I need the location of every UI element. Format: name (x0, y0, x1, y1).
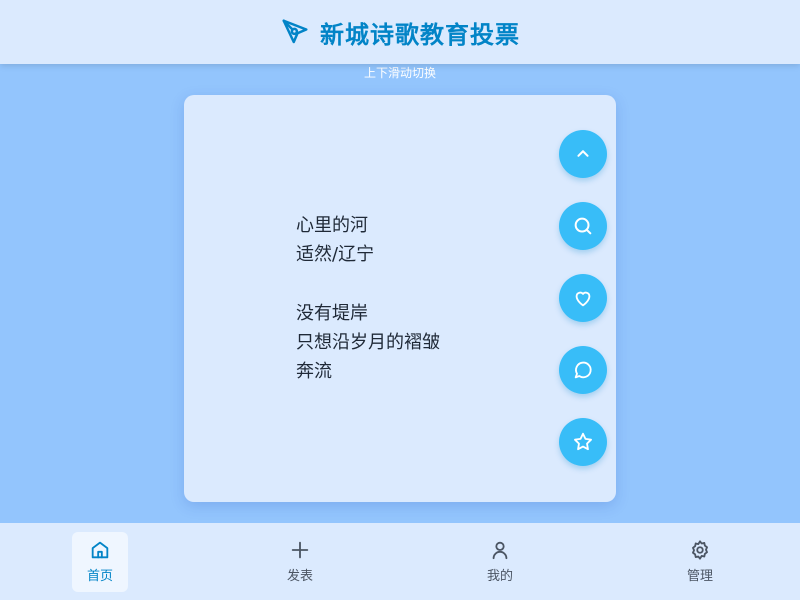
poem-line (296, 269, 440, 298)
poem-line: 没有堤岸 (296, 302, 368, 324)
poem-line: 只想沿岁月的褶皱 (296, 331, 440, 353)
nav-label: 我的 (486, 569, 513, 584)
plus-icon (291, 541, 309, 559)
nav-item-home[interactable]: 首页 (0, 523, 200, 600)
swipe-hint: 上下滑动切换 (363, 66, 436, 80)
heart-icon (575, 291, 591, 307)
poem-card[interactable]: 心里的河 适然/辽宁 没有堤岸 只想沿岁月的褶皱 奔流 (184, 95, 616, 502)
poem-line: 奔流 (296, 360, 332, 382)
search-button[interactable] (559, 202, 607, 250)
nav-item-mine[interactable]: 我的 (400, 523, 600, 600)
bottom-nav: 首页 发表 我的 管理 (0, 523, 800, 600)
brand: 新城诗歌教育投票 (280, 15, 520, 50)
pen-nib-icon (280, 17, 310, 47)
poem-author: 适然/辽宁 (296, 244, 375, 266)
user-icon (492, 541, 508, 560)
poem-content: 心里的河 适然/辽宁 没有堤岸 只想沿岁月的褶皱 奔流 (296, 211, 440, 386)
nav-item-home-inner[interactable]: 首页 (72, 531, 128, 592)
favorite-button[interactable] (559, 418, 607, 466)
nav-item-publish-inner[interactable]: 发表 (272, 532, 328, 592)
nav-item-manage[interactable]: 管理 (600, 523, 800, 600)
like-button[interactable] (559, 274, 607, 322)
poem-title: 心里的河 (296, 215, 368, 236)
nav-item-publish[interactable]: 发表 (200, 523, 400, 600)
comment-button[interactable] (559, 346, 607, 394)
chevron-up-icon (577, 150, 589, 157)
nav-label: 管理 (686, 569, 713, 584)
gear-icon (692, 540, 708, 560)
nav-item-manage-inner[interactable]: 管理 (672, 532, 728, 592)
nav-label: 发表 (286, 569, 313, 584)
action-buttons (559, 130, 607, 466)
app-header: 新城诗歌教育投票 (0, 0, 800, 64)
nav-item-mine-inner[interactable]: 我的 (472, 532, 528, 592)
comment-icon (574, 361, 592, 379)
page-title: 新城诗歌教育投票 (320, 20, 520, 49)
nav-label: 首页 (86, 569, 113, 584)
search-icon (574, 217, 592, 235)
star-icon (574, 432, 592, 451)
scroll-up-button[interactable] (559, 130, 607, 178)
app-root: 新城诗歌教育投票 上下滑动切换 心里的河 适然/辽宁 没有堤岸 只想沿岁月的褶皱… (0, 0, 800, 600)
home-icon (91, 541, 109, 559)
